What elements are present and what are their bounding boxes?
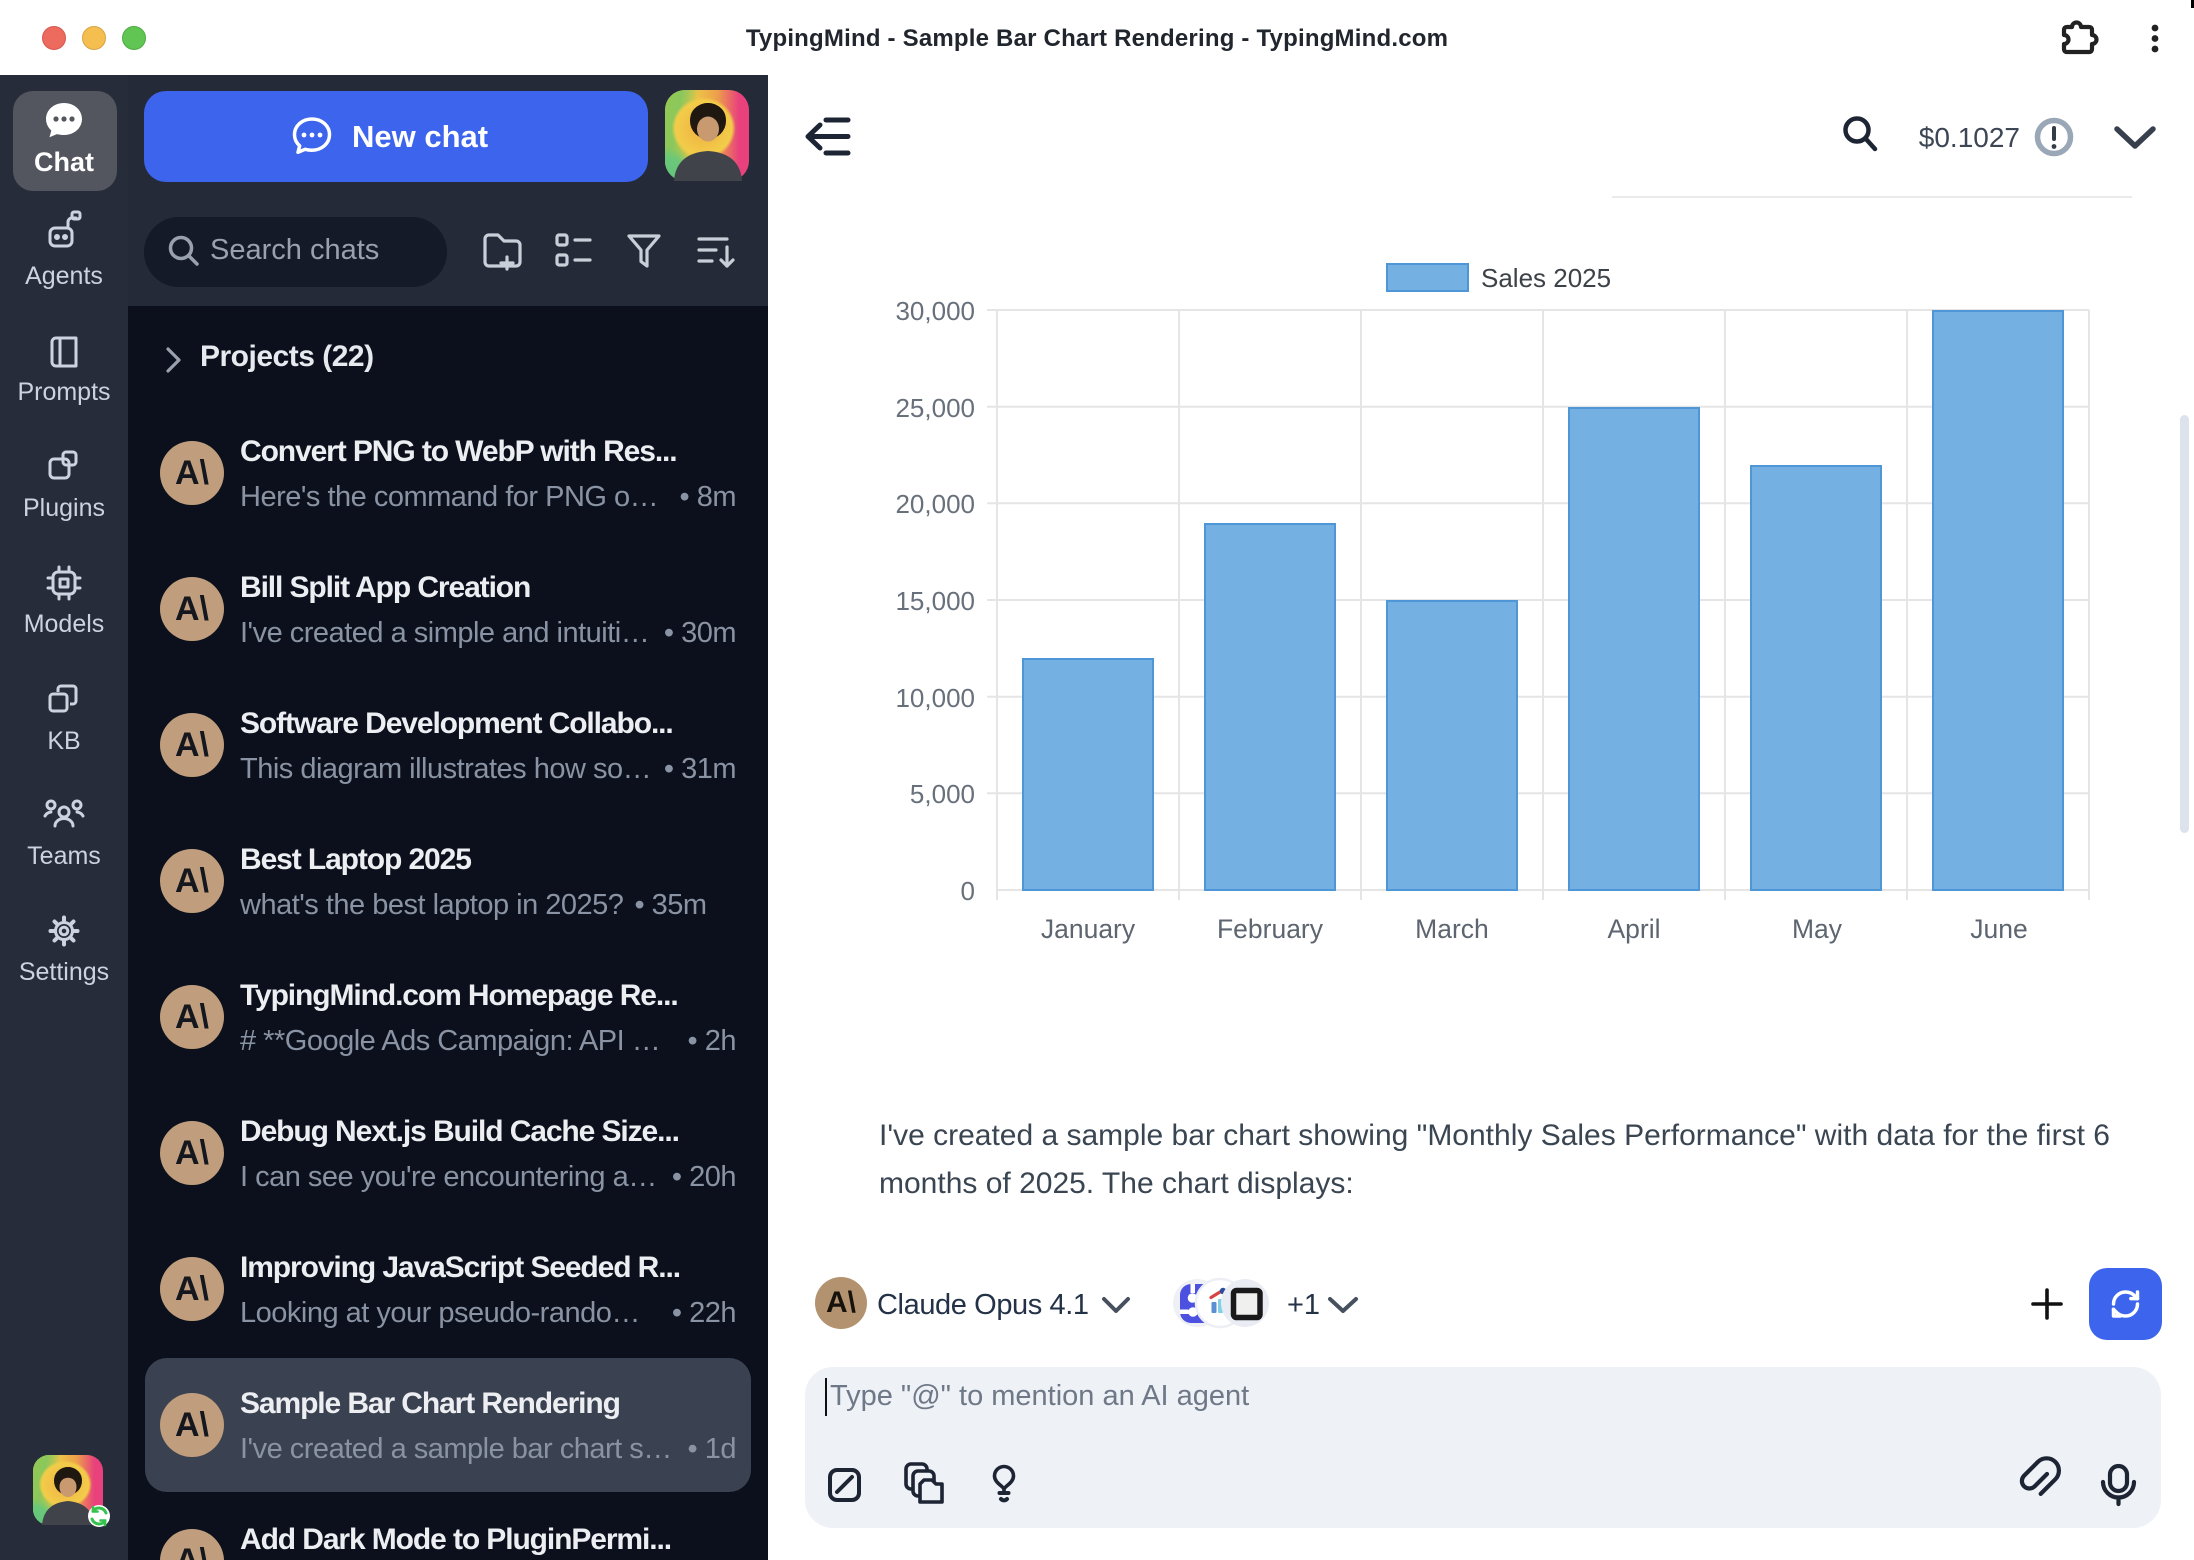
svg-text:15,000: 15,000 [895, 586, 975, 616]
svg-text:10,000: 10,000 [895, 683, 975, 713]
svg-text:June: June [1970, 914, 2027, 944]
svg-text:5,000: 5,000 [910, 779, 975, 809]
svg-text:January: January [1041, 914, 1136, 944]
svg-text:25,000: 25,000 [895, 393, 975, 423]
svg-text:30,000: 30,000 [895, 296, 975, 326]
svg-text:0: 0 [961, 876, 975, 906]
svg-text:March: March [1415, 914, 1489, 944]
svg-text:February: February [1217, 914, 1324, 944]
svg-text:April: April [1607, 914, 1660, 944]
svg-text:20,000: 20,000 [895, 489, 975, 519]
svg-text:May: May [1792, 914, 1843, 944]
svg-text:Sales 2025: Sales 2025 [1481, 263, 1611, 293]
